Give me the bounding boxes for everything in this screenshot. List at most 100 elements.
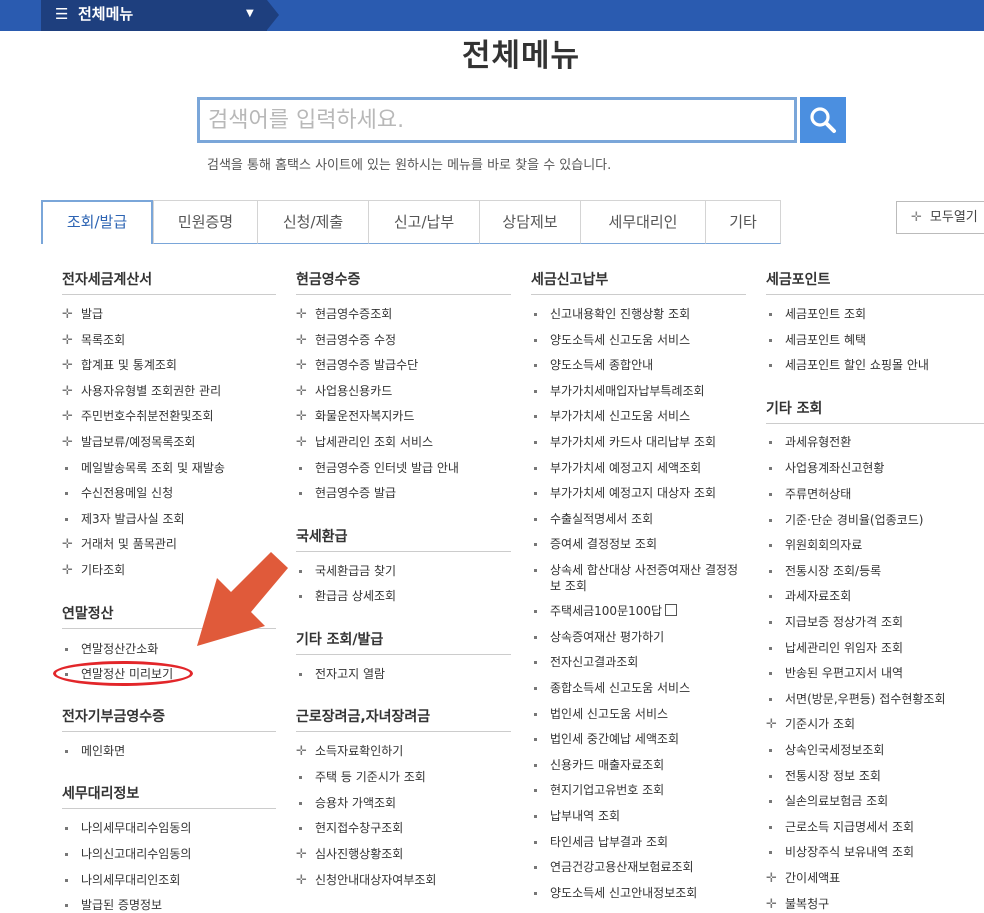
section-title: 세무대리정보: [62, 783, 276, 809]
menu-item[interactable]: ✛ 기타조회: [62, 561, 125, 578]
menu-item[interactable]: 전자고지 열람: [296, 665, 385, 682]
menu-item[interactable]: 주택 등 기준시가 조회: [296, 768, 426, 785]
bullet-icon: [62, 461, 81, 475]
menu-item[interactable]: 나의세무대리수임동의: [62, 819, 191, 836]
menu-item[interactable]: 상속세 합산대상 사전증여재산 결정정: [531, 561, 738, 578]
menu-item[interactable]: 국세환급금 찾기: [296, 562, 396, 579]
menu-item[interactable]: 부가가치세 신고도움 서비스: [531, 407, 690, 424]
menu-item[interactable]: 연금건강고용산재보험료조회: [531, 858, 694, 875]
menu-item[interactable]: 양도소득세 신고도움 서비스: [531, 331, 690, 348]
menu-item[interactable]: 현금영수증 발급: [296, 484, 396, 501]
menu-item[interactable]: 증여세 결정정보 조회: [531, 535, 657, 552]
menu-item[interactable]: 전통시장 정보 조회: [766, 767, 881, 784]
bullet-icon: [531, 707, 550, 721]
tab-inquiry-issue[interactable]: 조회/발급: [41, 200, 153, 244]
menu-item[interactable]: ✛ 현금영수증조회: [296, 305, 392, 322]
bullet-icon: [766, 435, 785, 449]
menu-item[interactable]: 제3자 발급사실 조회: [62, 510, 185, 527]
tab-report-pay[interactable]: 신고/납부: [368, 200, 480, 244]
menu-item[interactable]: 현금영수증 인터넷 발급 안내: [296, 459, 459, 476]
menu-item[interactable]: ✛ 목록조회: [62, 331, 125, 348]
menu-item[interactable]: 주류면허상태: [766, 485, 851, 502]
expand-icon: ✛: [296, 435, 307, 450]
menu-item[interactable]: 부가가치세 카드사 대리납부 조회: [531, 433, 716, 450]
bullet-icon: [766, 820, 785, 834]
menu-item[interactable]: 세금포인트 할인 쇼핑몰 안내: [766, 356, 929, 373]
menu-item[interactable]: ✛ 심사진행상황조회: [296, 845, 403, 862]
menu-item[interactable]: 주택세금100문100답: [531, 602, 678, 619]
menu-item[interactable]: 양도소득세 종합안내: [531, 356, 653, 373]
menu-item[interactable]: ✛ 사업용신용카드: [296, 382, 392, 399]
menu-item[interactable]: 메인화면: [62, 742, 125, 759]
menu-item[interactable]: ✛ 신청안내대상자여부조회: [296, 871, 436, 888]
menu-item[interactable]: 수출실적명세서 조회: [531, 510, 653, 527]
menu-item[interactable]: 세금포인트 혜택: [766, 331, 866, 348]
menu-item-continuation[interactable]: 보 조회: [531, 577, 587, 594]
menu-item[interactable]: ✛ 현금영수증 발급수단: [296, 356, 418, 373]
menu-item[interactable]: ✛ 화물운전자복지카드: [296, 407, 414, 424]
tab-civil-certificate[interactable]: 민원증명: [153, 200, 258, 244]
menu-item[interactable]: 납부내역 조회: [531, 807, 620, 824]
expand-icon: ✛: [62, 333, 73, 348]
menu-item[interactable]: 전통시장 조회/등록: [766, 562, 881, 579]
menu-item[interactable]: 과세유형전환: [766, 433, 851, 450]
bullet-icon: [62, 898, 81, 912]
menu-item[interactable]: 부가가치세 예정고지 세액조회: [531, 459, 701, 476]
menu-item[interactable]: 사업용계좌신고현황: [766, 459, 884, 476]
menu-item[interactable]: ✛ 발급: [62, 305, 103, 322]
expand-all-button[interactable]: ✛ 모두열기: [896, 201, 984, 234]
menu-item[interactable]: ✛ 현금영수증 수정: [296, 331, 396, 348]
bullet-icon: [531, 512, 550, 526]
menu-item[interactable]: ✛ 발급보류/예정목록조회: [62, 433, 195, 450]
menu-item[interactable]: 상속증여재산 평가하기: [531, 628, 664, 645]
menu-item[interactable]: 기준·단순 경비율(업종코드): [766, 511, 923, 528]
menu-item[interactable]: 부가가치세매입자납부특례조회: [531, 382, 705, 399]
search-button[interactable]: [800, 97, 846, 143]
menu-item[interactable]: 위원회회의자료: [766, 536, 862, 553]
menu-item[interactable]: 타인세금 납부결과 조회: [531, 833, 668, 850]
menu-item[interactable]: ✛ 불복청구: [766, 895, 829, 912]
menu-item[interactable]: 현지기업고유번호 조회: [531, 781, 664, 798]
menu-item[interactable]: 지급보증 정상가격 조회: [766, 613, 903, 630]
tab-tax-agent[interactable]: 세무대리인: [580, 200, 706, 244]
menu-item[interactable]: 납세관리인 위임자 조회: [766, 639, 903, 656]
tab-apply-submit[interactable]: 신청/제출: [257, 200, 369, 244]
menu-item[interactable]: 부가가치세 예정고지 대상자 조회: [531, 484, 716, 501]
menu-item[interactable]: 서면(방문,우편등) 접수현황조회: [766, 690, 946, 707]
menu-item[interactable]: ✛ 기준시가 조회: [766, 715, 855, 732]
menu-item[interactable]: 세금포인트 조회: [766, 305, 866, 322]
tab-etc[interactable]: 기타: [705, 200, 781, 244]
menu-item[interactable]: 나의세무대리인조회: [62, 871, 180, 888]
menu-item[interactable]: 수신전용메일 신청: [62, 484, 173, 501]
menu-item[interactable]: 법인세 신고도움 서비스: [531, 705, 668, 722]
menu-item[interactable]: 종합소득세 신고도움 서비스: [531, 679, 690, 696]
all-menu-dropdown[interactable]: ☰ 전체메뉴 ▼: [41, 0, 279, 31]
menu-item[interactable]: ✛ 소득자료확인하기: [296, 742, 403, 759]
menu-item[interactable]: 메일발송목록 조회 및 재발송: [62, 459, 225, 476]
menu-item[interactable]: 상속인국세정보조회: [766, 741, 884, 758]
menu-item[interactable]: 현지접수창구조회: [296, 819, 403, 836]
menu-item[interactable]: ✛ 간이세액표: [766, 869, 840, 886]
menu-item[interactable]: 환급금 상세조회: [296, 587, 396, 604]
menu-item[interactable]: 실손의료보험금 조회: [766, 792, 888, 809]
menu-item[interactable]: 양도소득세 신고안내정보조회: [531, 884, 697, 901]
tab-consult-report[interactable]: 상담제보: [479, 200, 581, 244]
menu-item[interactable]: 비상장주식 보유내역 조회: [766, 843, 914, 860]
menu-item[interactable]: 반송된 우편고지서 내역: [766, 664, 903, 681]
search-input[interactable]: [197, 97, 797, 143]
menu-item[interactable]: ✛ 주민번호수취분전환및조회: [62, 407, 213, 424]
menu-item[interactable]: 신고내용확인 진행상황 조회: [531, 305, 690, 322]
menu-item[interactable]: 연말정산간소화: [62, 640, 158, 657]
menu-item[interactable]: 과세자료조회: [766, 587, 851, 604]
menu-item[interactable]: ✛ 사용자유형별 조회권한 관리: [62, 382, 221, 399]
menu-item[interactable]: ✛ 납세관리인 조회 서비스: [296, 433, 433, 450]
menu-item[interactable]: 신용카드 매출자료조회: [531, 756, 664, 773]
menu-item[interactable]: ✛ 거래처 및 품목관리: [62, 535, 177, 552]
menu-item[interactable]: 승용차 가액조회: [296, 794, 396, 811]
menu-item[interactable]: 근로소득 지급명세서 조회: [766, 818, 914, 835]
menu-item[interactable]: ✛ 합계표 및 통계조회: [62, 356, 177, 373]
menu-item[interactable]: 전자신고결과조회: [531, 653, 638, 670]
menu-item[interactable]: 법인세 중간예납 세액조회: [531, 730, 679, 747]
menu-item[interactable]: 발급된 증명정보: [62, 896, 162, 913]
menu-item[interactable]: 나의신고대리수임동의: [62, 845, 191, 862]
